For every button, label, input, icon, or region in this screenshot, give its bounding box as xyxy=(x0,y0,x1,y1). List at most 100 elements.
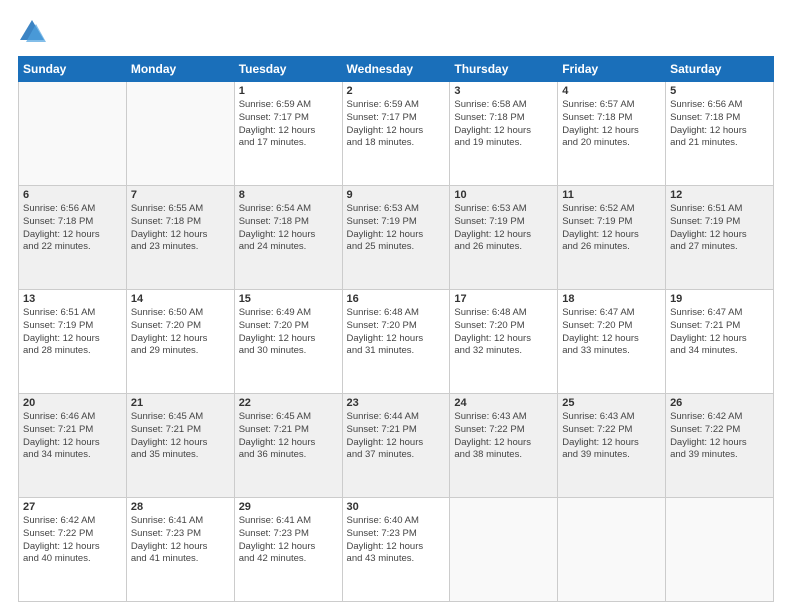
day-info: Sunrise: 6:54 AM Sunset: 7:18 PM Dayligh… xyxy=(239,203,338,254)
day-number: 21 xyxy=(131,397,230,409)
calendar-cell xyxy=(450,498,558,602)
col-header-saturday: Saturday xyxy=(666,57,774,82)
day-info: Sunrise: 6:53 AM Sunset: 7:19 PM Dayligh… xyxy=(454,203,553,254)
calendar-cell: 25 Sunrise: 6:43 AM Sunset: 7:22 PM Dayli… xyxy=(558,394,666,498)
day-info: Sunrise: 6:42 AM Sunset: 7:22 PM Dayligh… xyxy=(23,515,122,566)
day-info: Sunrise: 6:45 AM Sunset: 7:21 PM Dayligh… xyxy=(239,411,338,462)
calendar-cell: 19 Sunrise: 6:47 AM Sunset: 7:21 PM Dayli… xyxy=(666,290,774,394)
day-number: 15 xyxy=(239,293,338,305)
calendar-week-row: 6Sunrise: 6:56 AM Sunset: 7:18 PM Daylig… xyxy=(19,186,774,290)
calendar-cell: 1 Sunrise: 6:59 AM Sunset: 7:17 PM Daylig… xyxy=(234,82,342,186)
calendar-cell: 20 Sunrise: 6:46 AM Sunset: 7:21 PM Dayli… xyxy=(19,394,127,498)
day-info: Sunrise: 6:55 AM Sunset: 7:18 PM Dayligh… xyxy=(131,203,230,254)
day-number: 9 xyxy=(347,189,446,201)
calendar-cell: 9Sunrise: 6:53 AM Sunset: 7:19 PM Daylig… xyxy=(342,186,450,290)
day-info: Sunrise: 6:59 AM Sunset: 7:17 PM Dayligh… xyxy=(347,99,446,150)
day-info: Sunrise: 6:56 AM Sunset: 7:18 PM Dayligh… xyxy=(670,99,769,150)
col-header-tuesday: Tuesday xyxy=(234,57,342,82)
day-info: Sunrise: 6:57 AM Sunset: 7:18 PM Dayligh… xyxy=(562,99,661,150)
col-header-sunday: Sunday xyxy=(19,57,127,82)
day-info: Sunrise: 6:46 AM Sunset: 7:21 PM Dayligh… xyxy=(23,411,122,462)
day-info: Sunrise: 6:47 AM Sunset: 7:21 PM Dayligh… xyxy=(670,307,769,358)
day-info: Sunrise: 6:40 AM Sunset: 7:23 PM Dayligh… xyxy=(347,515,446,566)
day-info: Sunrise: 6:44 AM Sunset: 7:21 PM Dayligh… xyxy=(347,411,446,462)
day-info: Sunrise: 6:52 AM Sunset: 7:19 PM Dayligh… xyxy=(562,203,661,254)
calendar-table: SundayMondayTuesdayWednesdayThursdayFrid… xyxy=(18,56,774,602)
day-info: Sunrise: 6:48 AM Sunset: 7:20 PM Dayligh… xyxy=(347,307,446,358)
day-number: 7 xyxy=(131,189,230,201)
day-number: 17 xyxy=(454,293,553,305)
calendar-cell: 18 Sunrise: 6:47 AM Sunset: 7:20 PM Dayli… xyxy=(558,290,666,394)
calendar-week-row: 27 Sunrise: 6:42 AM Sunset: 7:22 PM Dayli… xyxy=(19,498,774,602)
day-info: Sunrise: 6:43 AM Sunset: 7:22 PM Dayligh… xyxy=(562,411,661,462)
day-number: 13 xyxy=(23,293,122,305)
day-number: 2 xyxy=(347,85,446,97)
day-info: Sunrise: 6:41 AM Sunset: 7:23 PM Dayligh… xyxy=(239,515,338,566)
day-number: 27 xyxy=(23,501,122,513)
day-number: 26 xyxy=(670,397,769,409)
day-number: 8 xyxy=(239,189,338,201)
calendar-cell xyxy=(126,82,234,186)
calendar-cell: 7 Sunrise: 6:55 AM Sunset: 7:18 PM Daylig… xyxy=(126,186,234,290)
day-number: 28 xyxy=(131,501,230,513)
logo-icon xyxy=(18,18,46,46)
day-number: 29 xyxy=(239,501,338,513)
calendar-header-row: SundayMondayTuesdayWednesdayThursdayFrid… xyxy=(19,57,774,82)
day-info: Sunrise: 6:48 AM Sunset: 7:20 PM Dayligh… xyxy=(454,307,553,358)
calendar-cell: 21 Sunrise: 6:45 AM Sunset: 7:21 PM Dayli… xyxy=(126,394,234,498)
calendar-cell: 17 Sunrise: 6:48 AM Sunset: 7:20 PM Dayli… xyxy=(450,290,558,394)
calendar-cell: 12Sunrise: 6:51 AM Sunset: 7:19 PM Dayli… xyxy=(666,186,774,290)
calendar-cell: 5 Sunrise: 6:56 AM Sunset: 7:18 PM Daylig… xyxy=(666,82,774,186)
calendar-cell: 26 Sunrise: 6:42 AM Sunset: 7:22 PM Dayli… xyxy=(666,394,774,498)
day-number: 5 xyxy=(670,85,769,97)
calendar-week-row: 13 Sunrise: 6:51 AM Sunset: 7:19 PM Dayli… xyxy=(19,290,774,394)
calendar-cell: 30 Sunrise: 6:40 AM Sunset: 7:23 PM Dayli… xyxy=(342,498,450,602)
day-number: 19 xyxy=(670,293,769,305)
day-info: Sunrise: 6:51 AM Sunset: 7:19 PM Dayligh… xyxy=(23,307,122,358)
day-number: 12 xyxy=(670,189,769,201)
day-info: Sunrise: 6:43 AM Sunset: 7:22 PM Dayligh… xyxy=(454,411,553,462)
day-number: 20 xyxy=(23,397,122,409)
day-number: 14 xyxy=(131,293,230,305)
calendar-cell: 6Sunrise: 6:56 AM Sunset: 7:18 PM Daylig… xyxy=(19,186,127,290)
day-info: Sunrise: 6:41 AM Sunset: 7:23 PM Dayligh… xyxy=(131,515,230,566)
col-header-friday: Friday xyxy=(558,57,666,82)
calendar-cell xyxy=(19,82,127,186)
col-header-wednesday: Wednesday xyxy=(342,57,450,82)
calendar-cell: 29 Sunrise: 6:41 AM Sunset: 7:23 PM Dayli… xyxy=(234,498,342,602)
calendar-cell: 2 Sunrise: 6:59 AM Sunset: 7:17 PM Daylig… xyxy=(342,82,450,186)
day-number: 1 xyxy=(239,85,338,97)
day-number: 10 xyxy=(454,189,553,201)
day-number: 18 xyxy=(562,293,661,305)
day-info: Sunrise: 6:42 AM Sunset: 7:22 PM Dayligh… xyxy=(670,411,769,462)
calendar-week-row: 1 Sunrise: 6:59 AM Sunset: 7:17 PM Daylig… xyxy=(19,82,774,186)
day-number: 16 xyxy=(347,293,446,305)
calendar-cell: 16 Sunrise: 6:48 AM Sunset: 7:20 PM Dayli… xyxy=(342,290,450,394)
day-info: Sunrise: 6:59 AM Sunset: 7:17 PM Dayligh… xyxy=(239,99,338,150)
day-number: 23 xyxy=(347,397,446,409)
day-info: Sunrise: 6:50 AM Sunset: 7:20 PM Dayligh… xyxy=(131,307,230,358)
calendar-cell: 23 Sunrise: 6:44 AM Sunset: 7:21 PM Dayli… xyxy=(342,394,450,498)
calendar-cell: 13 Sunrise: 6:51 AM Sunset: 7:19 PM Dayli… xyxy=(19,290,127,394)
calendar-cell: 15Sunrise: 6:49 AM Sunset: 7:20 PM Dayli… xyxy=(234,290,342,394)
calendar-cell: 10 Sunrise: 6:53 AM Sunset: 7:19 PM Dayli… xyxy=(450,186,558,290)
day-info: Sunrise: 6:45 AM Sunset: 7:21 PM Dayligh… xyxy=(131,411,230,462)
day-number: 30 xyxy=(347,501,446,513)
day-info: Sunrise: 6:47 AM Sunset: 7:20 PM Dayligh… xyxy=(562,307,661,358)
page: SundayMondayTuesdayWednesdayThursdayFrid… xyxy=(0,0,792,612)
header xyxy=(18,18,774,46)
calendar-cell: 8 Sunrise: 6:54 AM Sunset: 7:18 PM Daylig… xyxy=(234,186,342,290)
calendar-cell: 3Sunrise: 6:58 AM Sunset: 7:18 PM Daylig… xyxy=(450,82,558,186)
calendar-cell: 28 Sunrise: 6:41 AM Sunset: 7:23 PM Dayli… xyxy=(126,498,234,602)
day-number: 24 xyxy=(454,397,553,409)
logo xyxy=(18,18,50,46)
day-number: 6 xyxy=(23,189,122,201)
calendar-cell: 11 Sunrise: 6:52 AM Sunset: 7:19 PM Dayli… xyxy=(558,186,666,290)
calendar-cell: 14 Sunrise: 6:50 AM Sunset: 7:20 PM Dayli… xyxy=(126,290,234,394)
day-number: 22 xyxy=(239,397,338,409)
day-number: 11 xyxy=(562,189,661,201)
day-number: 3 xyxy=(454,85,553,97)
calendar-week-row: 20 Sunrise: 6:46 AM Sunset: 7:21 PM Dayli… xyxy=(19,394,774,498)
day-number: 4 xyxy=(562,85,661,97)
day-number: 25 xyxy=(562,397,661,409)
